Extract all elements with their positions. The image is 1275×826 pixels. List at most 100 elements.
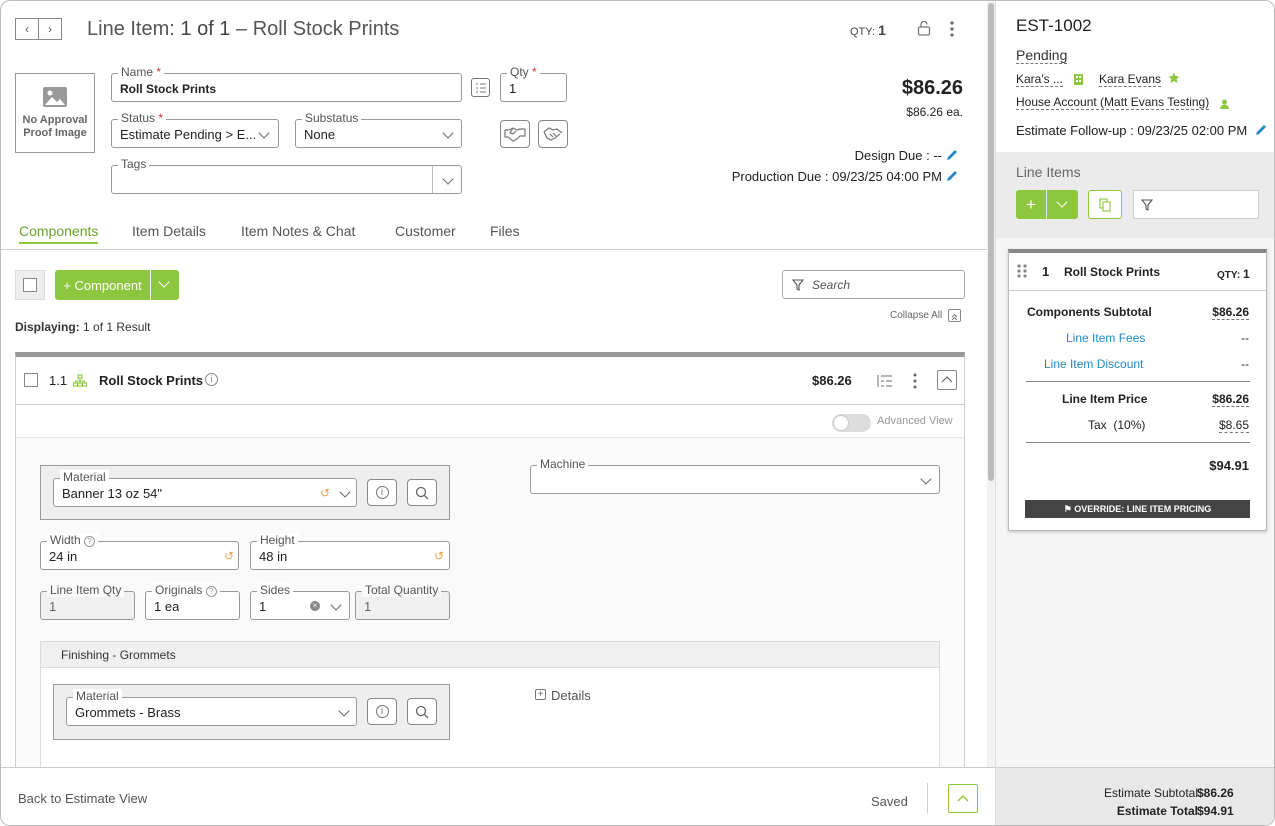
advanced-view-toggle[interactable]	[832, 414, 871, 432]
total-quantity-label: Total Quantity	[362, 583, 442, 597]
height-field[interactable]: Height 48 in ↺	[250, 533, 450, 570]
info-icon: i	[375, 486, 389, 499]
expand-details-icon[interactable]: +	[535, 689, 546, 700]
component-list-icon[interactable]	[876, 373, 894, 389]
help-icon[interactable]: ?	[205, 586, 217, 597]
width-field[interactable]: Width ? 24 in ↺	[40, 533, 239, 570]
reset-icon[interactable]: ↺	[224, 549, 234, 563]
qty-field-value: 1	[509, 81, 517, 96]
name-field[interactable]: Name * Roll Stock Prints	[111, 65, 462, 102]
originals-field[interactable]: Originals ? 1 ea	[145, 583, 240, 620]
status-select[interactable]: Status * Estimate Pending > E...	[111, 111, 279, 148]
tax-value: $8.65	[1218, 418, 1249, 433]
component-more-icon[interactable]	[910, 373, 920, 389]
component-number: 1.1	[49, 373, 68, 388]
tax-label: Tax	[1088, 418, 1107, 432]
select-all-checkbox[interactable]	[23, 278, 37, 292]
next-item-button[interactable]: ›	[38, 18, 62, 40]
account-link[interactable]: House Account (Matt Evans Testing)	[1016, 95, 1210, 110]
add-component-dropdown[interactable]	[151, 270, 179, 300]
search-placeholder: Search	[812, 278, 851, 292]
line-items-filter-input[interactable]	[1133, 190, 1259, 219]
page-title: Line Item: 1 of 1 – Roll Stock Prints	[87, 18, 399, 41]
material-info-button[interactable]: i	[367, 479, 397, 506]
estimate-subtotal-value: $86.26	[1197, 786, 1234, 800]
override-pricing-button[interactable]: ⚑ OVERRIDE: LINE ITEM PRICING	[1025, 500, 1250, 518]
tab-files[interactable]: Files	[490, 223, 520, 239]
help-icon[interactable]: ?	[84, 536, 96, 547]
main-scrollbar-thumb[interactable]	[988, 3, 994, 481]
finishing-info-button[interactable]: i	[367, 698, 397, 725]
required-mark: *	[158, 111, 164, 125]
collapse-component-button[interactable]	[937, 370, 957, 390]
tab-customer[interactable]: Customer	[395, 223, 456, 239]
add-line-item-dropdown[interactable]	[1047, 190, 1078, 219]
more-options-icon[interactable]	[947, 20, 957, 38]
contact-link[interactable]: Kara Evans	[1099, 72, 1162, 87]
material-select[interactable]: Material Banner 13 oz 54" ↺	[53, 470, 357, 507]
production-due: Production Due : 09/23/25 04:00 PM	[731, 169, 942, 184]
prev-item-button[interactable]: ‹	[15, 18, 39, 40]
components-subtotal-value: $86.26	[1212, 305, 1249, 320]
edit-production-due-icon[interactable]	[945, 169, 959, 183]
copy-line-item-button[interactable]	[1088, 190, 1122, 219]
collapse-all-link[interactable]: Collapse All	[890, 310, 942, 321]
collapse-all-icon[interactable]	[948, 309, 961, 322]
design-due: Design Due : --	[854, 148, 942, 163]
chevron-up-icon	[957, 795, 969, 802]
approval-proof-image[interactable]: No Approval Proof Image	[15, 73, 95, 153]
search-icon	[415, 486, 429, 499]
displaying-count: Displaying: 1 of 1 Result	[15, 320, 150, 334]
line-item-label: Line Item:	[87, 18, 175, 40]
clear-icon[interactable]: ×	[310, 601, 320, 611]
estimate-id: EST-1002	[1016, 16, 1092, 35]
card-qty: QTY: 1	[1217, 267, 1250, 281]
back-to-estimate-link[interactable]: Back to Estimate View	[18, 791, 147, 806]
tab-components[interactable]: Components	[19, 223, 99, 244]
add-component-button[interactable]: + Component	[55, 270, 150, 300]
line-item-fees-link[interactable]: Line Item Fees	[1066, 331, 1145, 345]
reset-icon[interactable]: ↺	[320, 486, 330, 500]
component-checkbox[interactable]	[24, 373, 38, 387]
finishing-search-button[interactable]	[407, 698, 437, 725]
main-scrollbar-track[interactable]	[987, 1, 995, 767]
list-details-icon[interactable]	[471, 78, 490, 97]
hierarchy-icon	[72, 374, 88, 387]
add-line-item-button[interactable]: +	[1016, 190, 1046, 219]
select-all-checkbox-wrap[interactable]	[15, 270, 45, 300]
estimate-total-label: Estimate Total	[1116, 804, 1198, 818]
line-item-card[interactable]	[1008, 249, 1267, 531]
substatus-select[interactable]: Substatus None	[295, 111, 462, 148]
override-pricing-label: OVERRIDE: LINE ITEM PRICING	[1074, 504, 1212, 514]
reset-icon[interactable]: ↺	[434, 549, 444, 563]
component-search[interactable]: Search	[782, 270, 965, 299]
status-label: Status	[121, 111, 156, 125]
details-link[interactable]: Details	[551, 688, 591, 703]
scroll-to-top-button[interactable]	[948, 784, 978, 813]
tags-select[interactable]: Tags	[111, 157, 462, 194]
finishing-material-select[interactable]: Material Grommets - Brass	[66, 689, 357, 726]
sides-select[interactable]: Sides 1 ×	[250, 583, 350, 620]
drag-handle-icon[interactable]	[1017, 264, 1027, 278]
edit-follow-up-icon[interactable]	[1254, 123, 1268, 137]
plus-icon: +	[1026, 195, 1036, 214]
line-item-discount-link[interactable]: Line Item Discount	[1044, 357, 1143, 371]
material-search-button[interactable]	[407, 479, 437, 506]
card-subtotal-divider	[1026, 381, 1250, 382]
info-icon[interactable]: i	[205, 373, 218, 386]
machine-select[interactable]: Machine	[530, 457, 940, 494]
company-link[interactable]: Kara's ...	[1016, 72, 1063, 87]
estimate-status[interactable]: Pending	[1016, 47, 1068, 64]
qty-field[interactable]: Qty * 1	[500, 65, 567, 102]
tax-rate: (10%)	[1113, 418, 1146, 432]
material-label: Material	[60, 470, 109, 484]
line-item-discount-value: --	[1241, 357, 1249, 371]
handshake-alt-button[interactable]	[538, 120, 568, 148]
handshake-button[interactable]	[500, 120, 530, 148]
tab-item-details[interactable]: Item Details	[132, 223, 206, 239]
unlock-icon[interactable]	[917, 20, 931, 36]
chevron-right-icon: ›	[48, 22, 52, 36]
edit-design-due-icon[interactable]	[945, 148, 959, 162]
handshake-icon	[504, 127, 526, 142]
tab-item-notes-chat[interactable]: Item Notes & Chat	[241, 223, 355, 239]
